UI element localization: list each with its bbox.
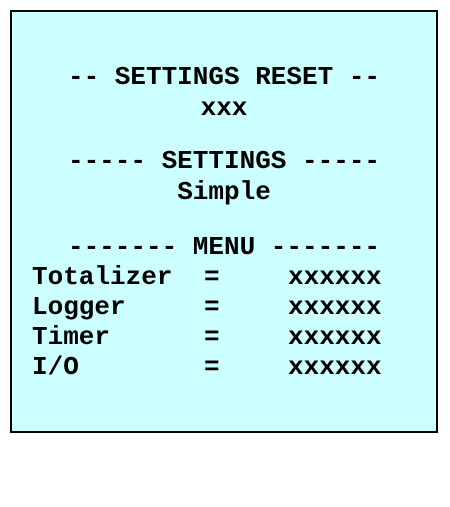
menu-item-label: Timer	[32, 322, 111, 352]
menu-item-value: xxxxxx	[288, 352, 382, 382]
menu-item-value: xxxxxx	[288, 322, 382, 352]
menu-item-value: xxxxxx	[288, 262, 382, 292]
settings-reset-header: -- SETTINGS RESET --	[67, 62, 381, 92]
menu-item-label: Logger	[32, 292, 126, 322]
menu-item-value: xxxxxx	[288, 292, 382, 322]
menu-item-label: Totalizer	[32, 262, 173, 292]
menu-item-separator: =	[204, 352, 220, 382]
settings-header: ----- SETTINGS -----	[67, 146, 381, 176]
menu-item-io: I/O = xxxxxx	[32, 352, 432, 383]
menu-item-label: I/O	[32, 352, 79, 382]
menu-item-timer: Timer = xxxxxx	[32, 322, 432, 353]
menu-item-totalizer: Totalizer = xxxxxx	[32, 262, 432, 293]
menu-item-separator: =	[204, 322, 220, 352]
settings-reset-value: xxx	[200, 93, 248, 123]
device-display-screen: -- SETTINGS RESET -- xxx ----- SETTINGS …	[10, 10, 438, 433]
menu-header: ------- MENU -------	[67, 232, 381, 262]
menu-item-logger: Logger = xxxxxx	[32, 292, 432, 323]
settings-value: Simple	[177, 177, 271, 207]
menu-item-separator: =	[204, 292, 220, 322]
menu-item-separator: =	[204, 262, 220, 292]
